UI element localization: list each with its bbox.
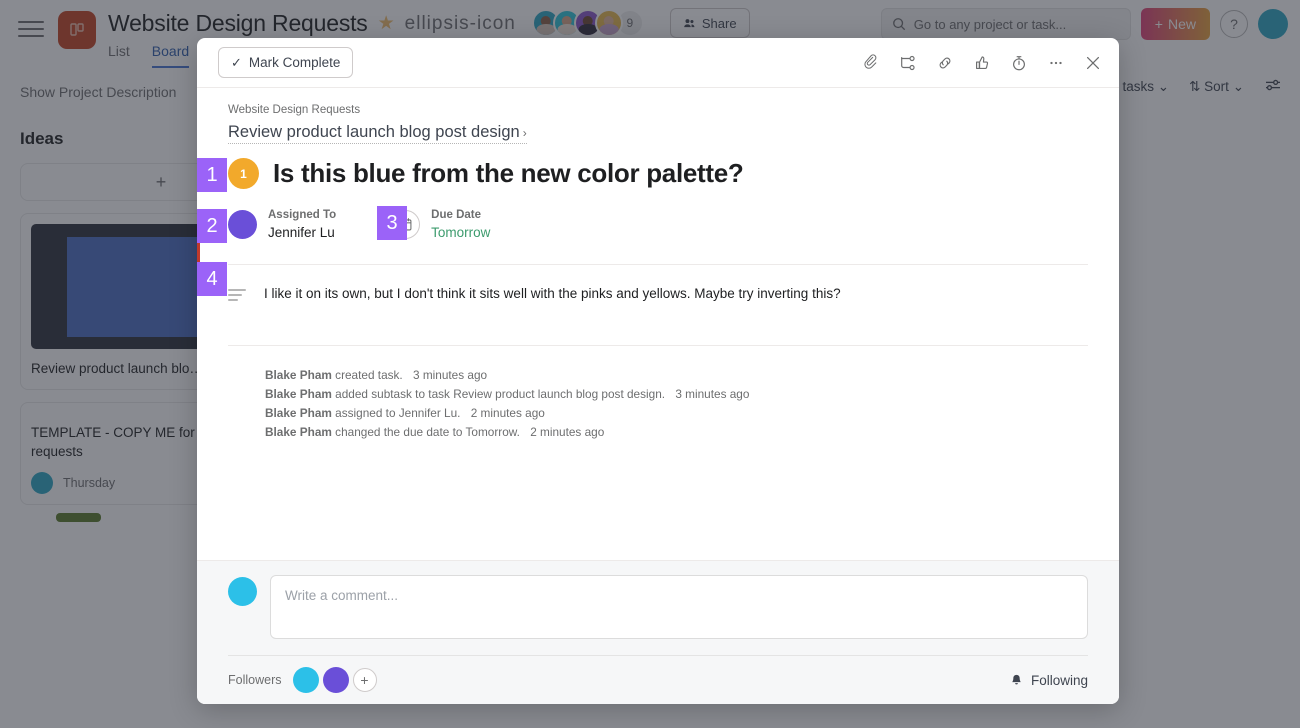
following-toggle[interactable]: Following bbox=[1009, 673, 1088, 688]
annotation-marker-4: 4 bbox=[197, 262, 227, 296]
activity-time: 3 minutes ago bbox=[675, 387, 750, 402]
annotation-marker-3: 3 bbox=[377, 206, 407, 240]
parent-task-link[interactable]: Review product launch blog post design › bbox=[228, 123, 527, 144]
screen: Website Design Requests ★ ellipsis-icon bbox=[0, 0, 1300, 728]
check-icon: ✓ bbox=[231, 54, 242, 70]
comment-input[interactable]: Write a comment... bbox=[270, 575, 1088, 639]
modal-body: Website Design Requests Review product l… bbox=[197, 88, 1119, 560]
following-label: Following bbox=[1030, 672, 1088, 688]
activity-actor: Blake Pham bbox=[265, 368, 332, 383]
activity-item: Blake Pham assigned to Jennifer Lu. 2 mi… bbox=[265, 404, 1119, 423]
activity-action: changed the due date to Tomorrow. bbox=[335, 425, 520, 440]
followers-bar: Followers + Following bbox=[228, 655, 1088, 704]
divider bbox=[228, 263, 1088, 265]
activity-log: Blake Pham created task. 3 minutes ago B… bbox=[265, 366, 1119, 442]
chevron-right-icon: › bbox=[522, 126, 527, 140]
activity-actor: Blake Pham bbox=[265, 406, 332, 421]
activity-actor: Blake Pham bbox=[265, 425, 332, 440]
description-icon bbox=[228, 284, 246, 301]
close-icon[interactable] bbox=[1083, 53, 1103, 73]
breadcrumb: Website Design Requests bbox=[228, 104, 361, 116]
annotation-marker-2: 2 bbox=[197, 209, 227, 243]
thumbs-up-icon[interactable] bbox=[972, 53, 992, 73]
parent-task-label: Review product launch blog post design bbox=[228, 123, 520, 141]
comment-section: Write a comment... Followers + Following bbox=[197, 560, 1119, 704]
mark-complete-button[interactable]: ✓ Mark Complete bbox=[218, 47, 354, 78]
modal-header-actions bbox=[861, 53, 1103, 73]
assignee-avatar[interactable] bbox=[228, 209, 257, 239]
paperclip-icon[interactable] bbox=[861, 53, 881, 73]
activity-action: created task. bbox=[335, 368, 403, 383]
mark-complete-label: Mark Complete bbox=[248, 55, 341, 70]
followers-avatars: + bbox=[292, 667, 377, 693]
link-icon[interactable] bbox=[935, 53, 955, 73]
modal-header: ✓ Mark Complete bbox=[197, 38, 1119, 88]
task-title[interactable]: Is this blue from the new color palette? bbox=[273, 158, 744, 189]
timer-icon[interactable] bbox=[1009, 53, 1029, 73]
description-text: I like it on its own, but I don't think … bbox=[264, 285, 841, 301]
activity-action: added subtask to task Review product lau… bbox=[335, 387, 666, 402]
task-title-row: 1 Is this blue from the new color palett… bbox=[228, 158, 1119, 189]
task-detail-modal: ✓ Mark Complete Website Design Requests … bbox=[197, 38, 1119, 704]
assignee-field[interactable]: Assigned To Jennifer Lu bbox=[228, 207, 336, 242]
activity-time: 2 minutes ago bbox=[470, 406, 545, 421]
due-date-value: Tomorrow bbox=[431, 224, 491, 240]
assignee-value: Jennifer Lu bbox=[268, 224, 335, 240]
ellipsis-icon[interactable] bbox=[1046, 53, 1066, 73]
activity-item: Blake Pham added subtask to task Review … bbox=[265, 385, 1119, 404]
due-date-label: Due Date bbox=[431, 209, 482, 221]
activity-item: Blake Pham changed the due date to Tomor… bbox=[265, 423, 1119, 442]
follower-avatar[interactable] bbox=[322, 667, 349, 693]
divider bbox=[228, 345, 1088, 347]
description-field[interactable]: I like it on its own, but I don't think … bbox=[228, 284, 1119, 304]
activity-time: 2 minutes ago bbox=[530, 425, 605, 440]
annotation-marker-1: 1 bbox=[197, 158, 227, 192]
assignee-label: Assigned To bbox=[268, 209, 337, 221]
follower-avatar[interactable] bbox=[292, 667, 319, 693]
subtask-icon[interactable] bbox=[898, 53, 918, 73]
followers-label: Followers bbox=[228, 673, 282, 687]
current-user-avatar bbox=[228, 577, 257, 606]
activity-time: 3 minutes ago bbox=[413, 368, 488, 383]
task-meta-row: Assigned To Jennifer Lu Due Date Tomorro… bbox=[228, 207, 1119, 242]
activity-action: assigned to Jennifer Lu. bbox=[335, 406, 461, 421]
activity-item: Blake Pham created task. 3 minutes ago bbox=[265, 366, 1119, 385]
add-follower-button[interactable]: + bbox=[352, 668, 377, 692]
activity-actor: Blake Pham bbox=[265, 387, 332, 402]
bell-icon bbox=[1012, 674, 1021, 684]
subtask-badge[interactable]: 1 bbox=[228, 158, 259, 189]
